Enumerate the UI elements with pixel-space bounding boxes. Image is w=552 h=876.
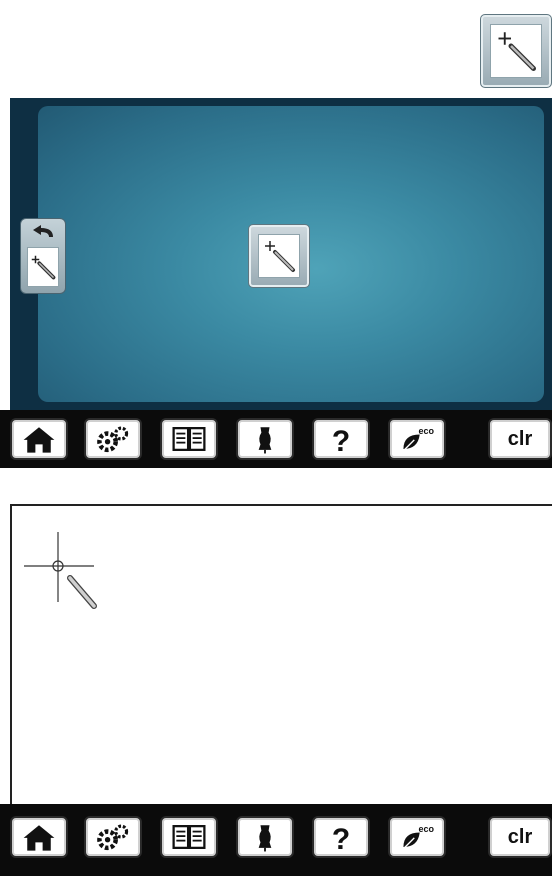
book-icon [172,427,206,451]
calibrate-button-standalone[interactable] [480,14,552,88]
clear-button[interactable]: clr [488,816,552,858]
home-button[interactable] [10,418,68,460]
calibrate-button[interactable] [248,224,310,288]
home-icon [23,427,55,453]
help-button[interactable]: ? [312,816,370,858]
eco-label: eco [418,426,434,436]
eco-leaf-icon: eco [390,818,444,856]
back-calibrate-tab[interactable] [20,218,66,294]
tutorial-button[interactable] [160,816,218,858]
creative-consultant-button[interactable] [236,816,294,858]
help-button[interactable]: ? [312,418,370,460]
calibration-pen-icon [258,234,300,278]
calibration-target-screen [10,504,552,804]
clr-label: clr [507,428,533,450]
bottom-toolbar-2: ? eco clr [0,804,552,876]
clr-label: clr [507,826,533,848]
gears-icon [97,824,129,851]
home-icon [23,825,55,851]
eco-button[interactable]: eco [388,816,446,858]
home-button[interactable] [10,816,68,858]
calibration-pen-icon [27,247,59,287]
book-icon [172,825,206,849]
setup-button[interactable] [84,816,142,858]
calibration-canvas [38,106,544,402]
question-icon: ? [331,823,351,856]
bottom-toolbar: ? eco clr [0,410,552,468]
setup-button[interactable] [84,418,142,460]
dress-form-icon [258,427,272,454]
gears-icon [97,426,129,453]
dress-form-icon [258,825,272,852]
creative-consultant-button[interactable] [236,418,294,460]
eco-label: eco [418,824,434,834]
eco-button[interactable]: eco [388,418,446,460]
clear-button[interactable]: clr [488,418,552,460]
crosshair-target-icon [24,532,97,609]
eco-leaf-icon: eco [390,420,444,458]
calibration-pen-icon [490,24,542,78]
back-arrow-icon [33,225,53,237]
tutorial-button[interactable] [160,418,218,460]
calibration-screen [10,98,552,410]
question-icon: ? [331,425,351,458]
